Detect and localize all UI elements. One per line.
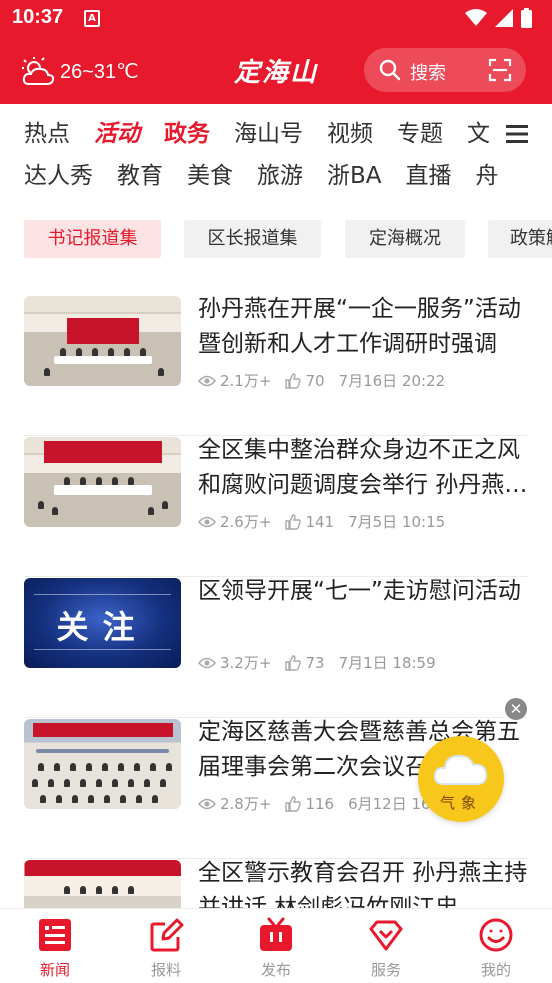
tab-label: 报料 [150,961,181,979]
category-live[interactable]: 直播 [406,160,452,192]
weather-widget[interactable]: 26~31℃ [20,56,139,86]
news-meta: 2.8万+ 116 6月12日 16:30 [198,793,455,814]
search-icon [379,59,401,81]
news-thumbnail: 关注 [24,578,181,668]
signal-icon [495,9,513,27]
thumbs-up-icon [285,513,302,530]
notification-app-icon: A [84,10,100,27]
like-count: 73 [305,653,325,672]
subtab-dinghai-overview[interactable]: 定海概况 [345,220,465,258]
eye-icon [198,798,216,809]
news-title[interactable]: 全区集中整治群众身边不正之风和腐败问题调度会举行 孙丹燕主持并讲话 [198,433,528,503]
like-count: 116 [305,794,335,813]
weather-float-button[interactable]: 气象 [418,736,504,822]
category-video[interactable]: 视频 [327,118,373,150]
battery-icon [521,8,532,28]
thumbs-up-icon [285,372,302,389]
tv-icon [260,917,292,951]
status-time: 10:37 [12,6,64,28]
subtab-mayor-reports[interactable]: 区长报道集 [184,220,321,258]
category-government[interactable]: 政务 [164,118,210,150]
thumbs-up-icon [285,795,302,812]
category-nav: 热点 活动 政务 海山号 视频 专题 文 达人秀 教育 美食 旅游 浙BA 直播… [0,104,552,204]
news-thumbnail [24,437,181,527]
publish-time: 7月16日 20:22 [338,372,446,390]
search-bar[interactable]: 搜索 [364,48,526,92]
tab-publish[interactable]: 发布 [231,913,321,981]
weather-temperature: 26~31℃ [60,60,139,83]
bottom-tab-bar: 新闻 报料 发布 服务 我的 [0,908,552,983]
category-hot[interactable]: 热点 [24,118,70,150]
app-header: 10:37 A 26~31℃ 定海山 搜索 [0,0,552,104]
cloud-icon [433,754,488,785]
category-education[interactable]: 教育 [117,160,163,192]
news-title[interactable]: 区领导开展“七一”走访慰问活动 [198,574,528,609]
tab-label: 新闻 [39,961,70,979]
tab-label: 发布 [260,961,291,979]
category-row-2: 达人秀 教育 美食 旅游 浙BA 直播 舟 [24,160,523,192]
news-meta: 3.2万+ 73 7月1日 18:59 [198,652,436,673]
news-meta: 2.6万+ 141 7月5日 10:15 [198,511,445,532]
news-item[interactable]: 关注 区领导开展“七一”走访慰问活动 3.2万+ 73 7月1日 18:59 [24,578,528,718]
subtab-bar: 书记报道集 区长报道集 定海概况 政策解读 [0,220,552,260]
nav-fade [492,104,552,204]
weather-float-label: 气象 [439,794,482,812]
wifi-icon [465,9,487,26]
subtab-policy[interactable]: 政策解读 [488,220,552,258]
thumbnail-banner [66,318,139,344]
service-icon [369,920,403,951]
status-bar: 10:37 A [0,0,552,38]
news-thumbnail [24,296,181,386]
like-count: 70 [305,371,325,390]
like-count: 141 [305,512,335,531]
thumbnail-banner [32,723,173,737]
publish-time: 7月1日 18:59 [338,654,436,672]
thumbnail-caption: 关注 [56,608,149,646]
eye-icon [198,657,216,668]
news-title[interactable]: 孙丹燕在开展“一企一服务”活动暨创新和人才工作调研时强调 [198,292,528,362]
publish-time: 7月5日 10:15 [348,513,446,531]
tab-news[interactable]: 新闻 [10,913,100,981]
view-count: 2.6万+ [220,513,272,531]
tab-mine[interactable]: 我的 [451,913,541,981]
tab-label: 服务 [370,961,401,979]
category-activity[interactable]: 活动 [94,118,140,150]
subtab-secretary-reports[interactable]: 书记报道集 [24,220,161,258]
news-meta: 2.1万+ 70 7月16日 20:22 [198,370,445,391]
thumbs-up-icon [285,654,302,671]
smile-icon [479,918,513,952]
thumbnail-table [54,356,152,364]
news-item[interactable]: 全区集中整治群众身边不正之风和腐败问题调度会举行 孙丹燕主持并讲话 2.6万+ … [24,437,528,577]
tab-label: 我的 [480,961,511,979]
edit-icon [150,918,184,952]
category-special[interactable]: 专题 [397,118,443,150]
news-thumbnail [24,719,181,809]
category-zheba[interactable]: 浙BA [327,160,382,192]
app-logo: 定海山 [233,58,318,88]
status-icons [465,8,532,28]
close-icon[interactable]: ✕ [505,698,527,720]
news-item[interactable]: 孙丹燕在开展“一企一服务”活动暨创新和人才工作调研时强调 2.1万+ 70 7月… [24,296,528,436]
view-count: 2.1万+ [220,372,272,390]
category-food[interactable]: 美食 [187,160,233,192]
category-culture[interactable]: 文 [467,118,490,150]
sun-cloud-icon [22,57,55,85]
thumbnail-table [54,485,152,495]
category-travel[interactable]: 旅游 [257,160,303,192]
view-count: 2.8万+ [220,795,272,813]
thumbnail-banner [24,860,181,876]
category-haishanhao[interactable]: 海山号 [234,118,303,150]
tab-service[interactable]: 服务 [341,913,431,981]
scan-icon[interactable] [488,58,512,82]
eye-icon [198,375,216,386]
tab-report[interactable]: 报料 [121,913,211,981]
category-talent-show[interactable]: 达人秀 [24,160,93,192]
menu-icon[interactable] [506,124,528,144]
search-placeholder: 搜索 [410,63,446,84]
eye-icon [198,516,216,527]
news-icon [39,919,71,951]
thumbnail-banner [43,441,162,463]
view-count: 3.2万+ [220,654,272,672]
category-row-1: 热点 活动 政务 海山号 视频 专题 文 [24,118,514,150]
